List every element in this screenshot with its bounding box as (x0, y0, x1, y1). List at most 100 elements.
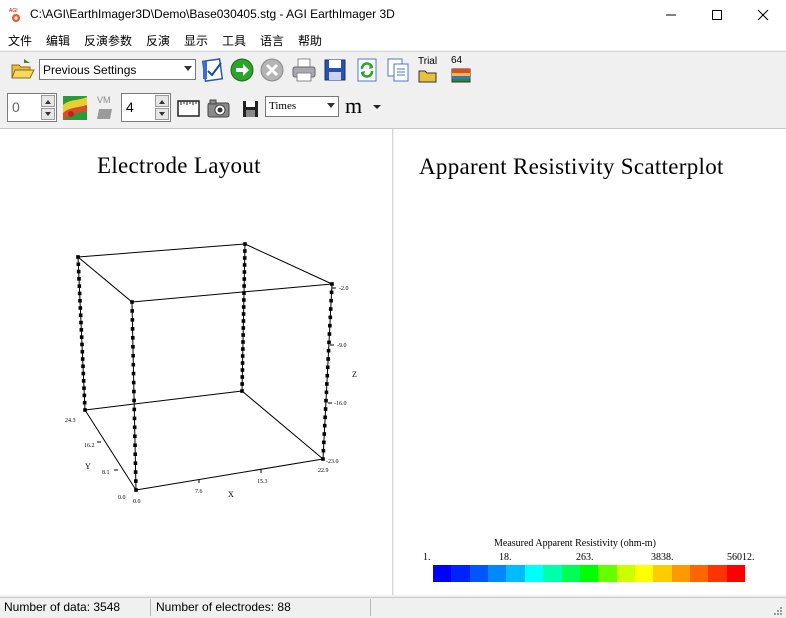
electrode-marker (77, 291, 82, 296)
level-spinner-value: 4 (126, 99, 134, 115)
electrode-marker (241, 326, 246, 330)
minimize-button[interactable] (648, 0, 694, 30)
electrode-marker (77, 277, 81, 281)
y-tick: 8.1 (102, 470, 110, 476)
menu-help[interactable]: 帮助 (298, 32, 322, 49)
font-size-dropdown-icon[interactable] (372, 104, 382, 112)
electrode-marker (133, 452, 138, 456)
electrode-marker (325, 382, 329, 386)
electrode-marker (131, 362, 136, 367)
electrode-marker (329, 298, 333, 303)
value-spinner-value: 0 (12, 99, 20, 115)
color-swatch (524, 565, 544, 582)
close-button[interactable] (740, 0, 786, 30)
menu-inversion-params[interactable]: 反演参数 (84, 32, 132, 49)
spinner-down-button[interactable] (155, 108, 169, 120)
bit-label: 64 (451, 55, 463, 66)
electrode-marker (327, 340, 331, 345)
x-tick: 0.0 (133, 499, 141, 505)
camera-icon[interactable] (206, 96, 232, 122)
copy-icon[interactable] (385, 57, 411, 83)
scatterplot-title: Apparent Resistivity Scatterplot (419, 154, 724, 179)
menu-tools[interactable]: 工具 (222, 32, 246, 49)
menu-edit[interactable]: 编辑 (46, 32, 70, 49)
refresh-icon[interactable] (354, 57, 380, 83)
color-swatch (579, 565, 599, 582)
electrode-marker (242, 298, 246, 302)
electrode-marker (240, 354, 245, 358)
electrode-marker (326, 357, 330, 361)
font-dropdown[interactable]: Times (265, 96, 339, 117)
color-swatch (543, 565, 562, 582)
electrode-marker (131, 344, 135, 349)
level-spinner[interactable]: 4 (121, 93, 171, 122)
stop-icon[interactable] (259, 57, 285, 83)
electrode-marker (243, 249, 247, 253)
x64-button[interactable]: 64 (448, 55, 474, 85)
electrode-marker (240, 375, 245, 379)
font-dropdown-value: Times (269, 100, 297, 112)
save-image-icon[interactable] (238, 97, 264, 123)
z-tick: -23.0 (326, 459, 339, 465)
color-swatch (671, 565, 691, 582)
run-icon[interactable] (229, 57, 255, 83)
electrode-marker (240, 361, 245, 365)
electrode-columns (76, 242, 334, 492)
app-icon: AGI (9, 8, 20, 22)
electrode-marker (132, 389, 136, 394)
legend-label: 263. (576, 552, 594, 563)
font-size-glyph[interactable]: m (345, 93, 362, 119)
spinner-up-button[interactable] (155, 95, 169, 107)
electrode-marker (133, 443, 137, 448)
open-folder-icon[interactable] (10, 57, 36, 83)
value-spinner[interactable]: 0 (7, 93, 57, 122)
color-swatch (690, 565, 709, 582)
electrode-marker (76, 269, 81, 274)
electrode-marker (327, 332, 332, 336)
electrode-marker (78, 298, 82, 303)
chevron-down-icon (327, 103, 335, 108)
spinner-down-button[interactable] (41, 108, 55, 120)
save-icon[interactable] (322, 57, 348, 83)
electrode-marker (242, 270, 247, 274)
electrode-marker (241, 340, 245, 344)
electrode-marker (322, 432, 327, 436)
electrode-marker (79, 335, 84, 339)
folder-icon (418, 70, 437, 83)
triangle-down-icon (45, 112, 51, 116)
vm-button[interactable]: VM (94, 95, 118, 123)
electrode-marker (131, 353, 135, 358)
print-icon[interactable] (291, 57, 317, 83)
electrode-marker (83, 408, 87, 412)
window-title: C:\AGI\EarthImager3D\Demo\Base030405.stg… (30, 7, 395, 21)
color-swatch (616, 565, 635, 582)
display-toolbar: 0 VM 4 Times m (0, 88, 786, 129)
legend-title: Measured Apparent Resistivity (ohm-m) (494, 538, 656, 549)
menu-file[interactable]: 文件 (8, 32, 32, 49)
electrode-marker (242, 256, 247, 260)
settings-dropdown-value: Previous Settings (43, 63, 137, 77)
menu-inversion[interactable]: 反演 (146, 32, 170, 49)
colormap-icon[interactable] (62, 95, 88, 121)
electrode-marker (324, 398, 328, 403)
ruler-icon[interactable] (176, 96, 202, 122)
checklist-icon[interactable] (200, 57, 226, 83)
electrode-marker (132, 398, 136, 403)
electrode-marker (76, 255, 80, 259)
electrode-marker (321, 457, 325, 461)
settings-dropdown[interactable]: Previous Settings (39, 59, 196, 80)
electrode-marker (323, 415, 327, 420)
electrode-marker (131, 371, 136, 376)
resize-grip-icon[interactable] (773, 606, 783, 616)
menu-display[interactable]: 显示 (184, 32, 208, 49)
vm-shape-icon (97, 109, 112, 119)
maximize-button[interactable] (694, 0, 740, 30)
trial-folder-button[interactable]: Trial (416, 55, 442, 85)
menu-language[interactable]: 语言 (260, 32, 284, 49)
spinner-up-button[interactable] (41, 95, 55, 107)
electrode-marker (134, 479, 138, 483)
electrode-marker (131, 380, 136, 385)
color-scale-bar (433, 565, 746, 582)
electrode-marker (130, 336, 135, 340)
box-wireframe (77, 243, 333, 491)
